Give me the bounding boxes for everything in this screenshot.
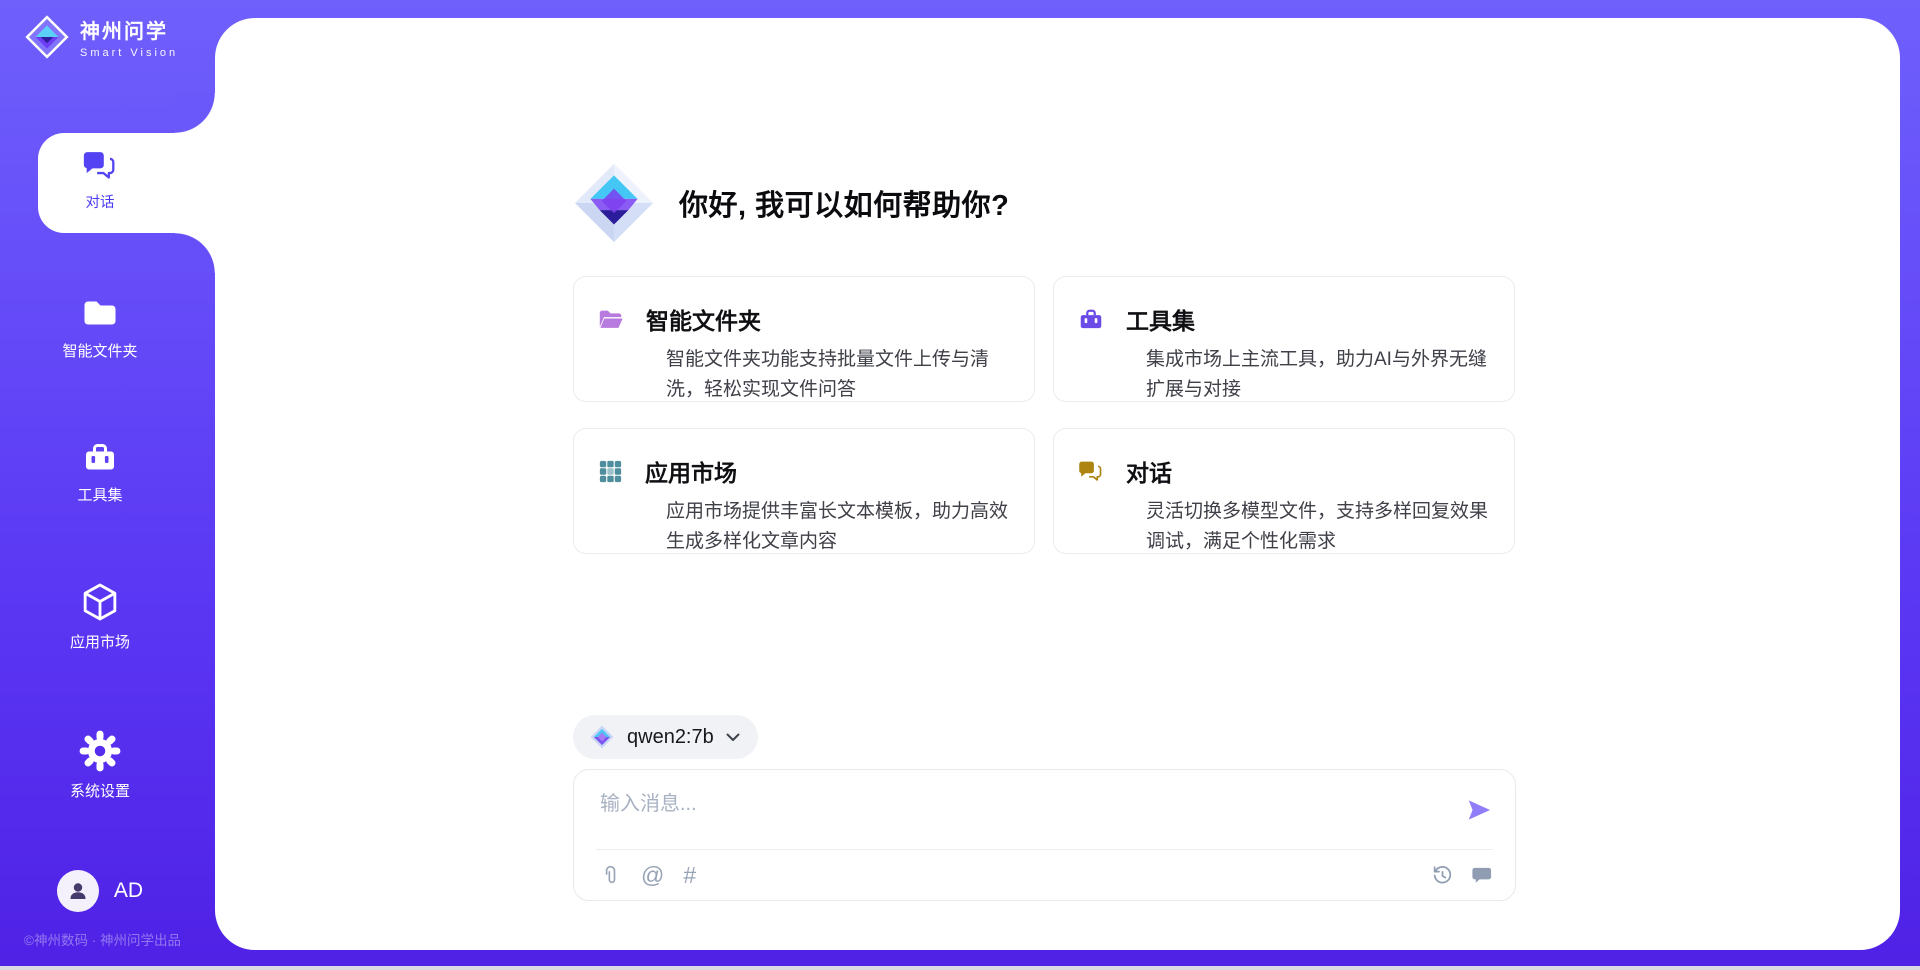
card-title: 对话	[1126, 454, 1172, 488]
main-panel: 你好, 我可以如何帮助你? 智能文件夹 智能文件夹功能支持批量文件上传与清洗，轻…	[215, 18, 1900, 950]
sidebar-item-label: 工具集	[77, 484, 122, 505]
chat-bubbles-icon	[80, 146, 120, 184]
chat-bubble-icon	[1470, 864, 1493, 887]
card-chat[interactable]: 对话 灵活切换多模型文件，支持多样回复效果调试，满足个性化需求	[1053, 428, 1515, 554]
sidebar-item-chat[interactable]: 对话	[0, 146, 200, 212]
card-smart-folder[interactable]: 智能文件夹 智能文件夹功能支持批量文件上传与清洗，轻松实现文件问答	[573, 276, 1035, 402]
message-input[interactable]	[574, 770, 1434, 842]
at-icon: @	[641, 864, 664, 886]
sidebar: 神州问学 Smart Vision 对话 智能文件夹 工具集	[0, 0, 215, 970]
card-title: 智能文件夹	[646, 302, 761, 336]
card-title: 工具集	[1126, 302, 1195, 336]
app-grid-icon	[596, 457, 625, 486]
send-icon	[1465, 796, 1493, 824]
brand-diamond-icon	[24, 14, 70, 60]
folder-icon	[79, 293, 121, 333]
conversation-button[interactable]	[1470, 864, 1493, 887]
card-title: 应用市场	[645, 454, 737, 488]
sidebar-item-toolset[interactable]: 工具集	[0, 437, 200, 505]
card-description: 应用市场提供丰富长文本模板，助力高效生成多样化文章内容	[666, 497, 1010, 557]
model-diamond-icon	[589, 724, 615, 750]
card-description: 灵活切换多模型文件，支持多样回复效果调试，满足个性化需求	[1146, 497, 1490, 557]
copyright-footer: ©神州数码 · 神州问学出品	[0, 929, 205, 949]
brand-subtitle: Smart Vision	[80, 47, 178, 59]
model-selector[interactable]: qwen2:7b	[573, 715, 758, 759]
greeting-block: 你好, 我可以如何帮助你?	[573, 162, 1516, 244]
history-clock-icon	[1431, 864, 1454, 887]
brand-name: 神州问学	[80, 15, 178, 44]
tab-curve-bottom	[175, 233, 215, 273]
sidebar-item-label: 应用市场	[70, 631, 130, 652]
message-composer: @ #	[573, 769, 1516, 901]
card-description: 集成市场上主流工具，助力AI与外界无缝扩展与对接	[1146, 345, 1490, 405]
card-toolset[interactable]: 工具集 集成市场上主流工具，助力AI与外界无缝扩展与对接	[1053, 276, 1515, 402]
cube-icon	[78, 580, 122, 624]
sidebar-item-app-market[interactable]: 应用市场	[0, 580, 200, 652]
paperclip-icon	[600, 863, 622, 887]
person-icon	[67, 880, 89, 902]
send-button[interactable]	[1465, 796, 1493, 824]
attach-button[interactable]	[600, 863, 622, 887]
mention-button[interactable]: @	[641, 864, 664, 886]
sidebar-item-label: 智能文件夹	[62, 340, 137, 361]
screen-bottom-edge	[0, 966, 1920, 970]
toolbox-icon	[79, 437, 121, 477]
chevron-down-icon	[726, 733, 740, 742]
sidebar-item-smart-folder[interactable]: 智能文件夹	[0, 293, 200, 361]
card-app-market[interactable]: 应用市场 应用市场提供丰富长文本模板，助力高效生成多样化文章内容	[573, 428, 1035, 554]
tab-curve-top	[175, 93, 215, 133]
card-description: 智能文件夹功能支持批量文件上传与清洗，轻松实现文件问答	[666, 345, 1010, 405]
folder-open-icon	[596, 305, 626, 333]
avatar	[57, 870, 99, 912]
brand-logo: 神州问学 Smart Vision	[24, 14, 178, 60]
greeting-title: 你好, 我可以如何帮助你?	[679, 182, 1009, 224]
toolbox-icon	[1076, 305, 1106, 333]
composer-toolbar: @ #	[574, 850, 1515, 887]
sidebar-item-settings[interactable]: 系统设置	[0, 729, 200, 801]
history-button[interactable]	[1431, 864, 1454, 887]
feature-cards: 智能文件夹 智能文件夹功能支持批量文件上传与清洗，轻松实现文件问答 工具集 集成…	[573, 276, 1516, 554]
sidebar-item-label: 系统设置	[70, 780, 130, 801]
sidebar-item-label: 对话	[86, 191, 115, 212]
topic-button[interactable]: #	[683, 864, 696, 886]
user-initials: AD	[114, 879, 143, 903]
assistant-diamond-icon	[573, 162, 655, 244]
hash-icon: #	[683, 864, 696, 886]
user-profile[interactable]: AD	[0, 870, 200, 912]
gear-icon	[78, 729, 122, 773]
model-name: qwen2:7b	[627, 726, 714, 749]
chat-bubbles-icon	[1076, 457, 1106, 485]
